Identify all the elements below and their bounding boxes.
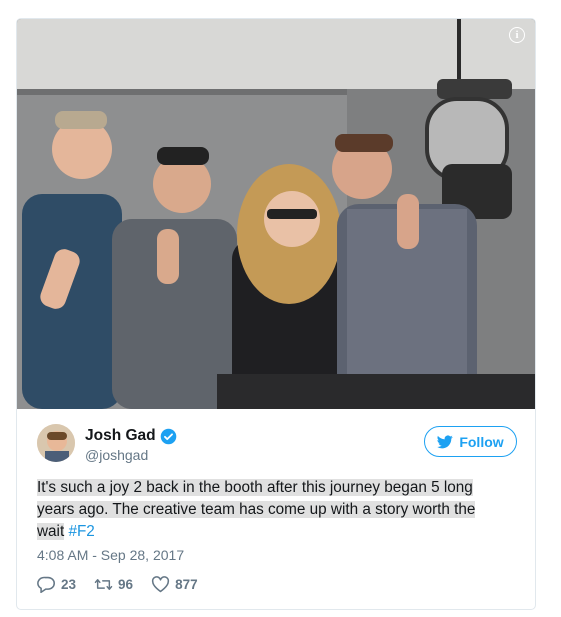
info-icon[interactable]: i <box>509 27 525 43</box>
author-name[interactable]: Josh Gad <box>85 427 177 445</box>
retweet-count: 96 <box>118 576 134 592</box>
like-action[interactable]: 877 <box>151 575 198 593</box>
tweet-text-line-2: years ago. The creative team has come up… <box>37 501 476 518</box>
person-3 <box>232 164 352 409</box>
author-name-text: Josh Gad <box>85 427 156 444</box>
verified-badge-icon <box>160 428 176 444</box>
heart-icon <box>151 575 170 592</box>
follow-label: Follow <box>459 433 504 450</box>
retweet-action[interactable]: 96 <box>94 576 133 593</box>
tweet-text-line-1: It's such a joy 2 back in the booth afte… <box>37 479 473 496</box>
like-count: 877 <box>175 576 198 592</box>
hashtag-link[interactable]: #F2 <box>68 523 94 540</box>
tweet-timestamp[interactable]: 4:08 AM - Sep 28, 2017 <box>37 547 184 563</box>
tweet-text: It's such a joy 2 back in the booth afte… <box>37 477 523 543</box>
twitter-bird-icon <box>437 435 454 448</box>
avatar[interactable] <box>37 424 75 462</box>
author-handle[interactable]: @joshgad <box>85 447 148 463</box>
tweet-photo[interactable]: i <box>17 19 535 409</box>
reply-icon <box>37 576 55 593</box>
studio-photo-illustration <box>17 19 535 409</box>
tweet-actions: 23 96 877 <box>37 574 198 594</box>
reply-count: 23 <box>61 576 77 592</box>
retweet-icon <box>94 578 113 590</box>
embedded-tweet-card: i Josh Gad @joshgad Follow It's such a j… <box>16 18 536 610</box>
avatar-image <box>37 424 75 462</box>
tweet-header: Josh Gad @joshgad Follow <box>37 424 517 464</box>
reply-action[interactable]: 23 <box>37 576 76 593</box>
follow-button[interactable]: Follow <box>424 426 517 457</box>
tweet-text-line-3: wait <box>37 523 65 540</box>
